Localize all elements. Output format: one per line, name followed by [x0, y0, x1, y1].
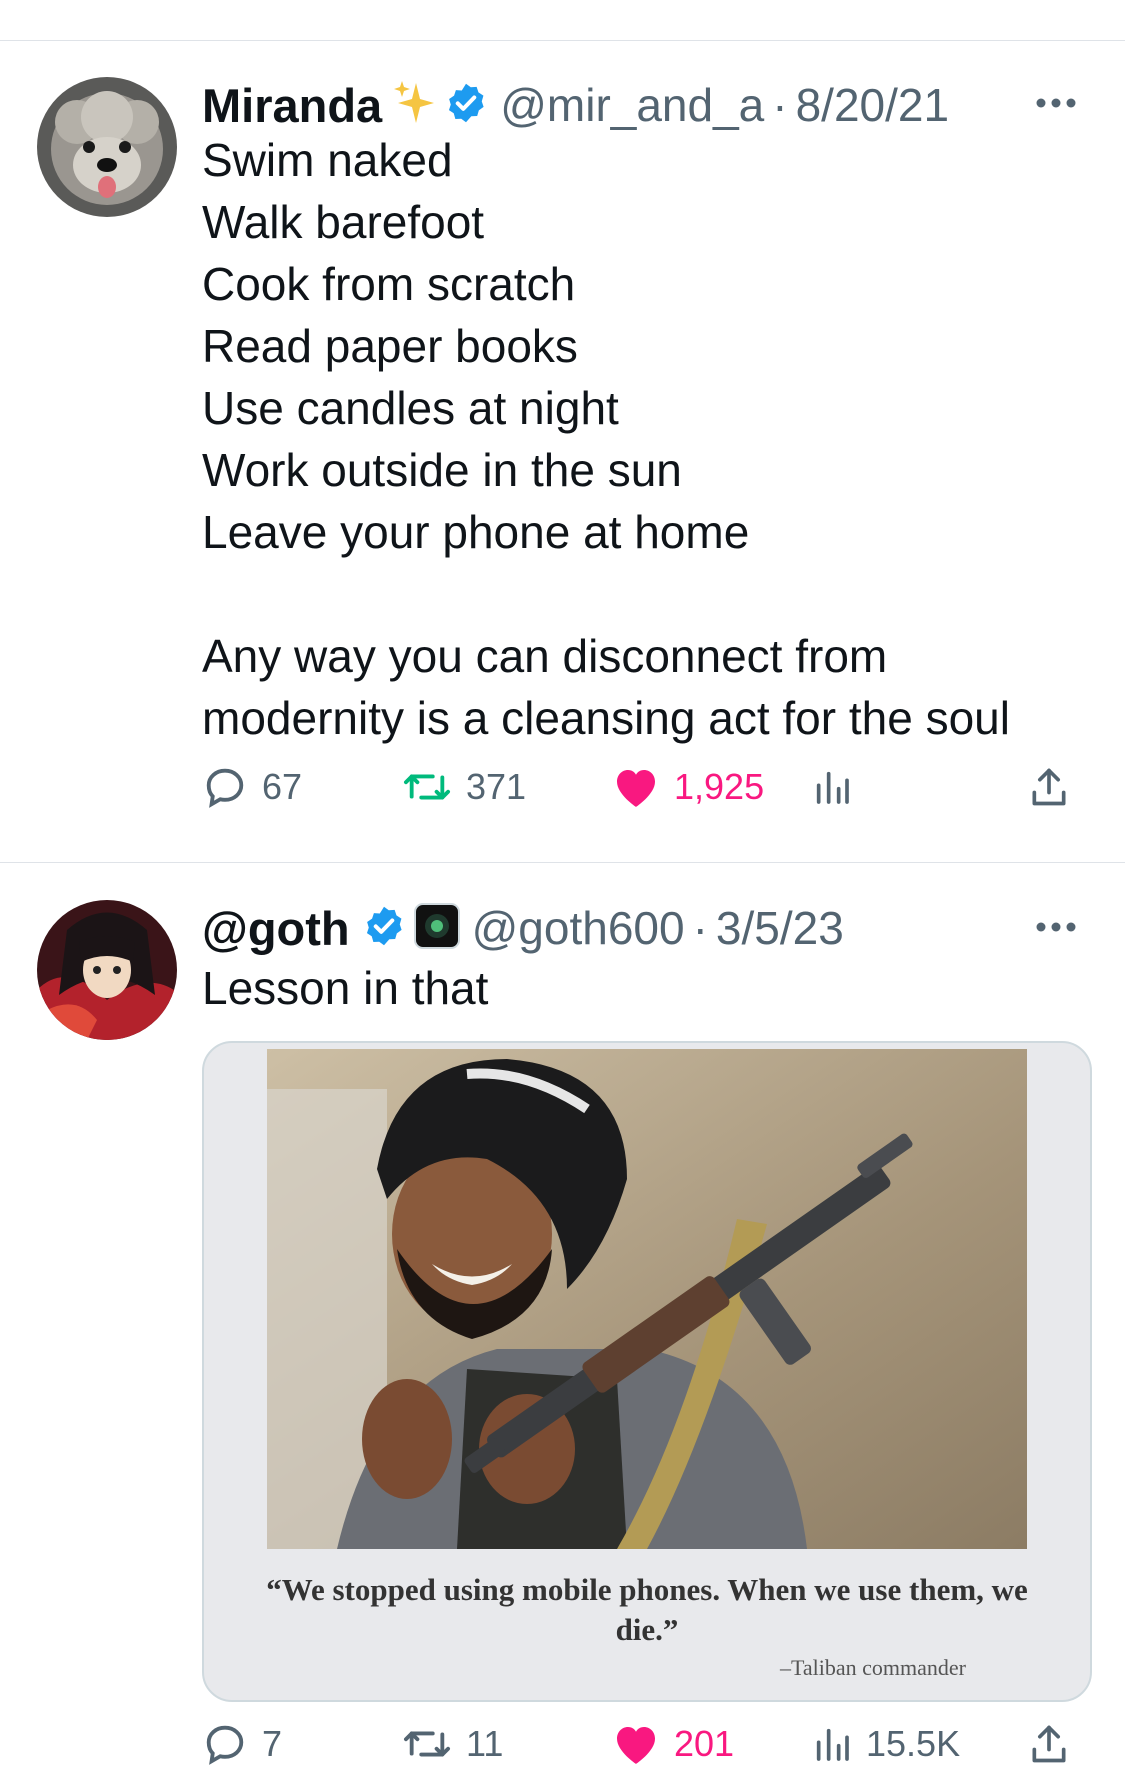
- views-button[interactable]: 15.5K: [812, 1714, 960, 1774]
- retweet-icon: [403, 774, 450, 800]
- affiliate-badge-icon: [413, 902, 460, 954]
- reply-button[interactable]: 67: [202, 757, 302, 817]
- like-button[interactable]: 201: [612, 1714, 734, 1774]
- reply-count: 67: [262, 766, 303, 807]
- dog-avatar-image: [37, 77, 177, 217]
- tweet-text: Swim naked Walk barefoot Cook from scrat…: [202, 134, 1010, 744]
- separator-dot: ·: [692, 902, 708, 954]
- share-button[interactable]: [1027, 1714, 1085, 1774]
- tweet-date[interactable]: 3/5/23: [716, 901, 844, 955]
- soldier-photo: [267, 1049, 1027, 1549]
- views-button[interactable]: [812, 757, 866, 817]
- reply-button[interactable]: 7: [202, 1714, 282, 1774]
- views-count: 15.5K: [866, 1723, 961, 1764]
- like-count: 201: [674, 1723, 735, 1764]
- tweet-actions: 67 371 1,925: [202, 757, 1085, 817]
- sparkle-icon: [392, 79, 436, 132]
- verified-badge-icon: [444, 81, 488, 130]
- like-count: 1,925: [674, 766, 765, 807]
- retweet-button[interactable]: 11: [402, 1714, 503, 1774]
- views-icon: [816, 771, 849, 804]
- user-handle[interactable]: @goth600: [472, 901, 685, 955]
- retweet-icon: [403, 1731, 450, 1757]
- avatar-miranda[interactable]: [37, 77, 177, 217]
- reply-count: 7: [262, 1723, 283, 1764]
- display-name[interactable]: Miranda: [202, 78, 382, 133]
- verified-badge-icon: [362, 904, 406, 953]
- share-icon: [1032, 1725, 1066, 1763]
- tweet-text: Lesson in that: [202, 962, 489, 1014]
- user-handle[interactable]: @mir_and_a: [500, 78, 764, 132]
- heart-icon: [617, 1727, 655, 1764]
- tweet-goth[interactable]: @goth @goth600 · 3/5/23 Lesson in that “…: [0, 863, 1125, 1786]
- reply-icon: [206, 1725, 244, 1765]
- reply-icon: [206, 768, 244, 808]
- retweet-button[interactable]: 371: [402, 757, 526, 817]
- more-icon[interactable]: [1031, 93, 1081, 113]
- tweet-miranda[interactable]: Miranda @mir_and_a · 8/20/21 Swim naked …: [0, 41, 1125, 861]
- anime-avatar-image: [37, 900, 177, 1040]
- media-quote: “We stopped using mobile phones. When we…: [266, 1572, 1028, 1647]
- display-name[interactable]: @goth: [202, 901, 350, 956]
- tweet-media[interactable]: “We stopped using mobile phones. When we…: [202, 1041, 1092, 1702]
- tweet-header: @goth @goth600 · 3/5/23: [202, 898, 844, 958]
- separator-dot: ·: [772, 79, 788, 131]
- share-icon: [1032, 768, 1066, 806]
- more-icon[interactable]: [1031, 917, 1081, 937]
- media-attribution: –Taliban commander: [779, 1655, 966, 1680]
- tweet-date[interactable]: 8/20/21: [796, 78, 949, 132]
- avatar-goth[interactable]: [37, 900, 177, 1040]
- tweet-header: Miranda @mir_and_a · 8/20/21: [202, 75, 949, 135]
- tweet-actions: 7 11 201 15.5K: [202, 1714, 1085, 1774]
- share-button[interactable]: [1027, 757, 1085, 817]
- retweet-count: 11: [466, 1723, 504, 1764]
- views-icon: [816, 1728, 849, 1761]
- heart-icon: [617, 770, 655, 807]
- like-button[interactable]: 1,925: [612, 757, 764, 817]
- retweet-count: 371: [466, 766, 527, 807]
